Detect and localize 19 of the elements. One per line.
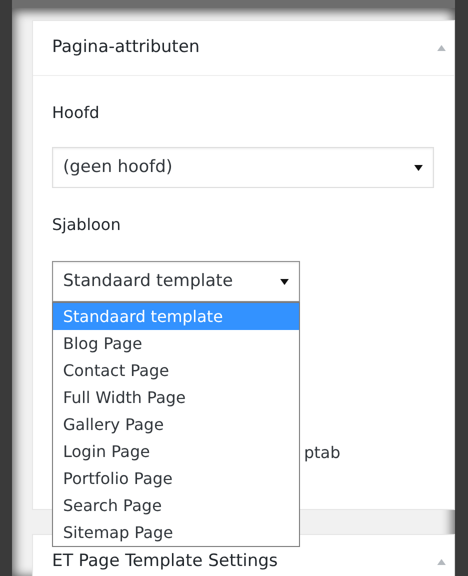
field-label: Hoofd xyxy=(52,102,100,124)
dropdown-option[interactable]: Gallery Page xyxy=(53,411,299,438)
caret-icon xyxy=(280,278,289,284)
field-label: ptab xyxy=(304,442,342,464)
dropdown-option[interactable]: Login Page xyxy=(53,438,299,465)
dropdown-option[interactable]: Search Page xyxy=(53,492,299,519)
dropdown-option[interactable]: Blog Page xyxy=(53,330,299,357)
collapse-arrow-icon[interactable] xyxy=(437,559,446,565)
dropdown-option[interactable]: Sitemap Page xyxy=(53,519,299,546)
select-field[interactable]: (geen hoofd) xyxy=(52,147,434,188)
field-label: Sjabloon xyxy=(52,214,122,236)
panel-title: Pagina-attributen xyxy=(52,36,200,60)
panel-title: ET Page Template Settings xyxy=(52,550,278,574)
caret-icon xyxy=(414,164,423,170)
dropdown-option[interactable]: Full Width Page xyxy=(53,384,299,411)
dropdown-option[interactable]: Portfolio Page xyxy=(53,465,299,492)
dropdown-option[interactable]: Contact Page xyxy=(53,357,299,384)
collapse-arrow-icon[interactable] xyxy=(437,45,446,51)
select-field[interactable]: Standaard template xyxy=(52,261,300,302)
